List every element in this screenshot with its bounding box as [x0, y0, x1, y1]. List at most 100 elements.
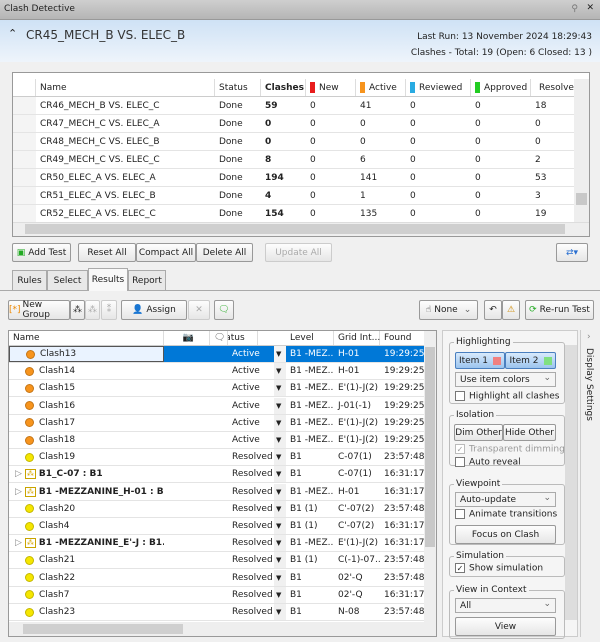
- cell-status[interactable]: Active: [228, 415, 274, 431]
- cell-name[interactable]: Clash17: [9, 415, 164, 431]
- row-selector[interactable]: [13, 97, 36, 114]
- cell-name[interactable]: Clash19: [9, 449, 164, 465]
- expand-arrow-icon[interactable]: ▷: [15, 538, 22, 548]
- cell-status[interactable]: Active: [228, 432, 274, 448]
- status-dropdown-icon[interactable]: ▼: [274, 380, 286, 397]
- panel-scrollbar[interactable]: [565, 345, 577, 620]
- status-dropdown-icon[interactable]: ▼: [274, 363, 286, 380]
- cell-status[interactable]: Active: [228, 380, 274, 396]
- scroll-thumb[interactable]: [425, 347, 435, 547]
- import-export-button[interactable]: ⇄▾: [556, 243, 588, 262]
- clash-row[interactable]: Clash18 Active ▼ B1 -MEZ... E'(1)-J(2) 19:29:…: [9, 432, 436, 449]
- cell-name[interactable]: ▷ ⁂ B1 -MEZZANINE_H-01 : B...: [9, 484, 164, 500]
- assign-button[interactable]: 👤 Assign: [121, 300, 187, 320]
- clash-row[interactable]: Clash4 Resolved▼ B1 (1) C'-07(2) 16:31:17 1: [9, 518, 436, 535]
- cell-status[interactable]: Resolved: [228, 604, 274, 620]
- status-dropdown-icon[interactable]: ▼: [274, 432, 286, 448]
- reset-all-button[interactable]: Reset All: [78, 243, 136, 262]
- cell-name[interactable]: Clash7: [9, 587, 164, 603]
- column-header-active[interactable]: Active: [356, 79, 406, 96]
- clash-row[interactable]: Clash7 Resolved▼ B1 02'-Q 16:31:17 1: [9, 586, 436, 604]
- highlight-mode-select[interactable]: Use item colors: [455, 372, 556, 387]
- clash-row[interactable]: Clash13 Active▼ B1 -MEZ... H-01 19:29:25 1: [9, 346, 436, 363]
- tab-rules[interactable]: Rules: [12, 270, 47, 290]
- clash-row[interactable]: Clash15 Active ▼ B1 -MEZ... E'(1)-J(2) 19:29:…: [9, 380, 436, 398]
- add-test-button[interactable]: ▣ Add Test: [12, 243, 71, 262]
- cell-status[interactable]: Resolved: [228, 518, 274, 534]
- test-row[interactable]: CR49_MECH_C VS. ELEC_C Done 8 0 6 0 0 2: [13, 151, 589, 169]
- cell-status[interactable]: Resolved: [228, 501, 274, 517]
- status-dropdown-icon[interactable]: ▼: [274, 414, 286, 431]
- explode-group-button[interactable]: ⁑: [101, 300, 117, 320]
- focus-on-clash-button[interactable]: Focus on Clash: [455, 525, 556, 544]
- test-row[interactable]: CR48_MECH_C VS. ELEC_B Done 0 0 0 0 0 0: [13, 133, 589, 151]
- display-settings-side-tab[interactable]: › Display Settings: [580, 330, 600, 637]
- cell-name[interactable]: Clash22: [9, 570, 164, 586]
- expand-arrow-icon[interactable]: ▷: [15, 487, 22, 497]
- tab-report[interactable]: Report: [128, 270, 166, 290]
- close-icon[interactable]: ✕: [586, 3, 594, 13]
- cell-name[interactable]: ▷ ⁂ B1 -MEZZANINE_E'-J : B1...: [9, 535, 164, 551]
- unassign-button[interactable]: ✕: [188, 300, 210, 320]
- test-row[interactable]: CR47_MECH_C VS. ELEC_A Done 0 0 0 0 0 0: [13, 115, 589, 133]
- group-icon-button[interactable]: ⁂: [70, 300, 85, 320]
- clash-row[interactable]: Clash23 Resolved▼ B1 N-08 23:57:48 1: [9, 604, 436, 621]
- cell-status[interactable]: Resolved: [228, 535, 274, 551]
- status-dropdown-icon[interactable]: ▼: [274, 552, 286, 569]
- clash-row[interactable]: Clash19 Resolved▼ B1 C-07(1) 23:57:48 1: [9, 449, 436, 467]
- group-row[interactable]: ▷ ⁂ B1 -MEZZANINE_H-01 : B... Resolved ▼ B1 -…: [9, 483, 436, 501]
- column-header-name[interactable]: Name: [9, 331, 164, 345]
- status-dropdown-icon[interactable]: ▼: [274, 483, 286, 500]
- test-row[interactable]: CR46_MECH_B VS. ELEC_C Done 59 0 41 0 0 18: [13, 97, 589, 115]
- row-selector[interactable]: [13, 115, 36, 132]
- ungroup-button[interactable]: ⁂: [85, 300, 100, 320]
- cell-status[interactable]: Resolved: [228, 587, 274, 603]
- status-dropdown-icon[interactable]: ▼: [274, 586, 286, 603]
- camera-icon[interactable]: 📷: [164, 331, 210, 345]
- delete-all-button[interactable]: Delete All: [196, 243, 253, 262]
- animate-transitions-checkbox[interactable]: Animate transitions: [455, 509, 557, 520]
- test-row[interactable]: CR50_ELEC_A VS. ELEC_A Done 194 0 141 0 0 53: [13, 169, 589, 187]
- view-button[interactable]: View: [455, 617, 556, 636]
- clash-row[interactable]: Clash21 Resolved ▼ B1 (1) C(-1)-07... 23:57:4…: [9, 552, 436, 570]
- scroll-thumb[interactable]: [25, 224, 565, 234]
- tab-results[interactable]: Results: [88, 268, 128, 291]
- clash-row[interactable]: Clash20 Resolved▼ B1 (1) C'-07(2) 23:57:48 1: [9, 500, 436, 518]
- column-header-clashes[interactable]: Clashes: [261, 79, 306, 96]
- cell-status[interactable]: Active: [228, 346, 274, 362]
- row-selector[interactable]: [13, 133, 36, 150]
- clash-row[interactable]: Clash16 Active ▼ B1 -MEZ... J-01(-1) 19:29:25…: [9, 397, 436, 415]
- clash-row[interactable]: Clash17 Active ▼ B1 -MEZ... E'(1)-J(2) 19:29:…: [9, 414, 436, 432]
- show-simulation-checkbox[interactable]: ✓ Show simulation: [455, 563, 543, 574]
- scroll-thumb[interactable]: [23, 624, 183, 634]
- clash-row[interactable]: Clash14 Active▼ B1 -MEZ... H-01 19:29:25 1: [9, 363, 436, 381]
- column-header-status[interactable]: Status: [215, 79, 261, 96]
- column-header-new[interactable]: New: [306, 79, 356, 96]
- item1-button[interactable]: Item 1: [455, 352, 505, 369]
- update-all-button[interactable]: Update All: [265, 243, 332, 262]
- status-dropdown-icon[interactable]: ▼: [274, 604, 286, 620]
- row-selector[interactable]: [13, 151, 36, 168]
- item2-button[interactable]: Item 2: [505, 352, 556, 369]
- filter-dropdown[interactable]: ☝ None ⌄: [419, 300, 478, 320]
- test-row[interactable]: CR51_ELEC_A VS. ELEC_B Done 4 0 1 0 0 3: [13, 187, 589, 205]
- row-selector[interactable]: [13, 205, 36, 222]
- row-selector[interactable]: [13, 169, 36, 186]
- column-header-reviewed[interactable]: Reviewed: [406, 79, 471, 96]
- hide-other-button[interactable]: Hide Other: [503, 424, 556, 441]
- new-group-button[interactable]: [*] New Group: [8, 300, 70, 320]
- status-dropdown-icon[interactable]: ▼: [274, 346, 286, 362]
- cell-status[interactable]: Resolved: [228, 449, 274, 465]
- cell-name[interactable]: Clash15: [9, 380, 164, 396]
- column-header-grid[interactable]: Grid Int...: [334, 331, 380, 345]
- row-selector[interactable]: [13, 187, 36, 204]
- status-dropdown-icon[interactable]: ▼: [274, 569, 286, 586]
- context-mode-select[interactable]: All: [455, 598, 556, 613]
- rerun-test-button[interactable]: ⟳ Re-run Test: [525, 300, 594, 320]
- highlight-all-checkbox[interactable]: Highlight all clashes: [455, 391, 559, 402]
- tab-select[interactable]: Select: [47, 270, 88, 290]
- comment-icon[interactable]: 🗨: [210, 331, 228, 345]
- add-comment-button[interactable]: 🗨: [214, 300, 234, 320]
- pin-icon[interactable]: ⚲: [571, 4, 578, 14]
- cell-name[interactable]: ▷ ⁂ B1_C-07 : B1: [9, 466, 164, 482]
